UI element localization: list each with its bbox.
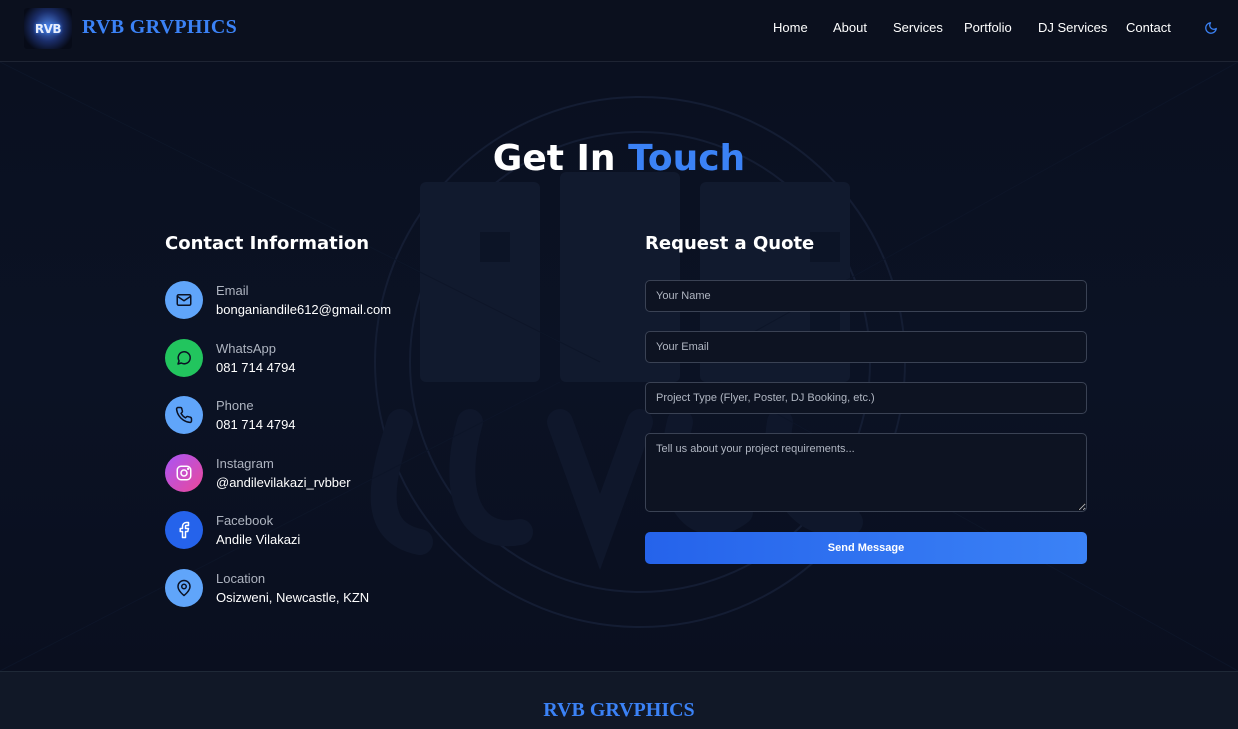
contact-item-phone[interactable]: Phone 081 714 4794 bbox=[165, 396, 465, 436]
nav-services[interactable]: Services bbox=[893, 20, 943, 35]
message-textarea[interactable] bbox=[645, 433, 1087, 512]
site-header: RVB RVB GRVPHICS Home About Services Por… bbox=[0, 0, 1238, 62]
contact-value: Osizweni, Newcastle, KZN bbox=[216, 590, 370, 605]
contact-label: Phone bbox=[216, 398, 254, 413]
nav-about[interactable]: About bbox=[833, 20, 867, 35]
site-footer: RVB GRVPHICS bbox=[0, 671, 1238, 729]
contact-label: Facebook bbox=[216, 513, 274, 528]
nav-portfolio[interactable]: Portfolio bbox=[964, 20, 1012, 35]
contact-value: 081 714 4794 bbox=[216, 417, 296, 432]
contact-value: bonganiandile612@gmail.com bbox=[216, 302, 392, 317]
contact-label: Instagram bbox=[216, 456, 274, 471]
nav-home[interactable]: Home bbox=[773, 20, 808, 35]
email-input[interactable] bbox=[645, 331, 1087, 363]
contact-value: 081 714 4794 bbox=[216, 360, 296, 375]
contact-label: Email bbox=[216, 283, 249, 298]
main-nav: Home About Services Portfolio DJ Service… bbox=[0, 20, 1238, 40]
contact-label: WhatsApp bbox=[216, 341, 276, 356]
facebook-icon bbox=[165, 511, 203, 549]
footer-brand: RVB GRVPHICS bbox=[543, 699, 695, 721]
mail-icon bbox=[165, 281, 203, 319]
title-part-1: Get In bbox=[492, 138, 616, 179]
nav-dj-services[interactable]: DJ Services bbox=[1038, 20, 1107, 35]
location-pin-icon bbox=[165, 569, 203, 607]
contact-item-whatsapp[interactable]: WhatsApp 081 714 4794 bbox=[165, 339, 465, 379]
quote-heading: Request a Quote bbox=[645, 233, 815, 254]
contact-value: Andile Vilakazi bbox=[216, 532, 301, 547]
contact-item-instagram[interactable]: Instagram @andilevilakazi_rvbber bbox=[165, 454, 465, 494]
moon-icon[interactable] bbox=[1204, 21, 1218, 35]
name-input[interactable] bbox=[645, 280, 1087, 312]
project-type-input[interactable] bbox=[645, 382, 1087, 414]
instagram-icon bbox=[165, 454, 203, 492]
contact-value: @andilevilakazi_rvbber bbox=[216, 475, 351, 490]
contact-label: Location bbox=[216, 571, 266, 586]
page-title: Get In Touch bbox=[0, 138, 1238, 179]
contact-info-heading: Contact Information bbox=[165, 233, 370, 254]
title-part-2: Touch bbox=[628, 138, 746, 179]
nav-contact[interactable]: Contact bbox=[1126, 20, 1171, 35]
whatsapp-icon bbox=[165, 339, 203, 377]
contact-item-email[interactable]: Email bonganiandile612@gmail.com bbox=[165, 281, 465, 321]
send-message-button[interactable]: Send Message bbox=[645, 532, 1087, 564]
contact-item-location[interactable]: Location Osizweni, Newcastle, KZN bbox=[165, 569, 465, 609]
contact-item-facebook[interactable]: Facebook Andile Vilakazi bbox=[165, 511, 465, 551]
phone-icon bbox=[165, 396, 203, 434]
